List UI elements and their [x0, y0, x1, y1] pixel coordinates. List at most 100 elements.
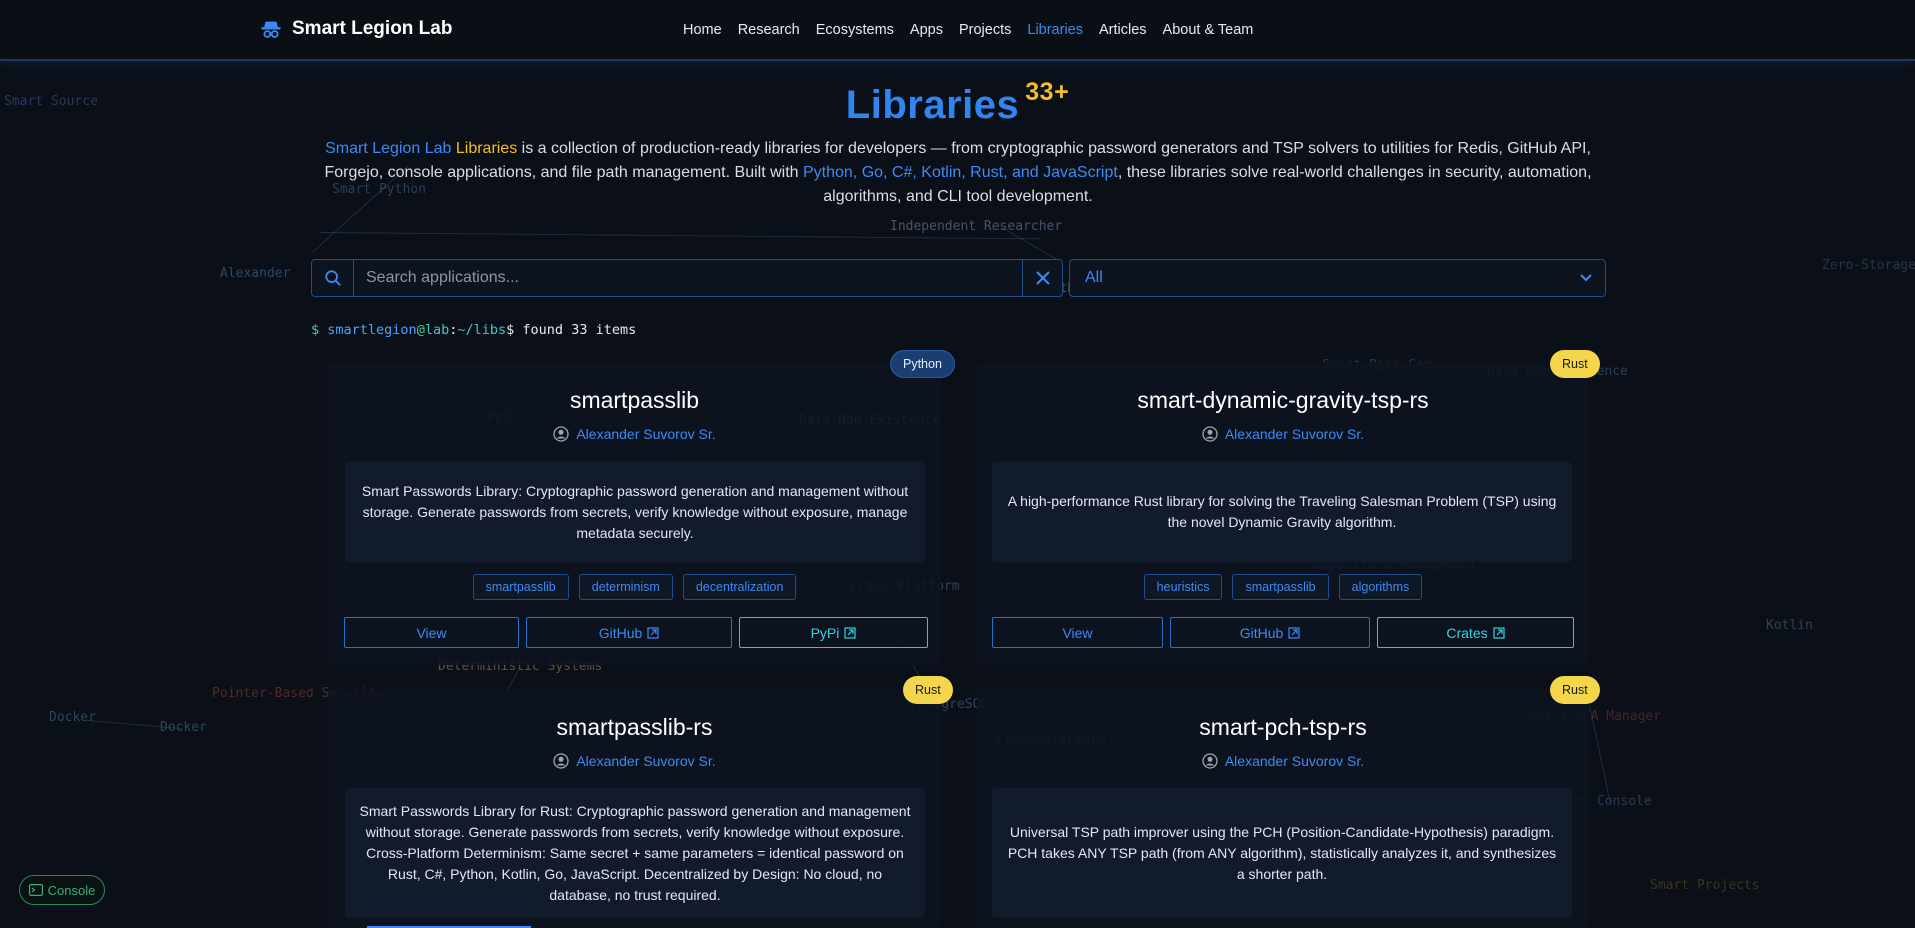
language-filter-select[interactable]: All	[1069, 259, 1606, 297]
view-button[interactable]: View	[344, 617, 519, 648]
tag[interactable]: heuristics	[1143, 574, 1223, 600]
nav-about-team[interactable]: About & Team	[1163, 22, 1254, 38]
user-circle-icon	[553, 753, 569, 769]
card-title[interactable]: smart-pch-tsp-rs	[977, 714, 1589, 741]
tag[interactable]: smartpasslib	[1232, 574, 1329, 600]
card-description: Universal TSP path improver using the PC…	[992, 788, 1572, 918]
console-label: Console	[47, 882, 96, 898]
close-icon	[1035, 271, 1050, 285]
github-button[interactable]: GitHub	[1170, 617, 1370, 648]
prompt-suffix: $	[506, 322, 515, 338]
terminal-icon	[28, 884, 43, 896]
card-author[interactable]: Alexander Suvorov Sr.	[977, 426, 1589, 442]
language-badge-python: Python	[890, 350, 955, 378]
nav-home[interactable]: Home	[683, 22, 722, 38]
nav-apps[interactable]: Apps	[910, 22, 943, 38]
desc-lab-name: Smart Legion Lab	[325, 140, 452, 157]
top-navbar: Smart Legion Lab Home Research Ecosystem…	[0, 0, 1915, 61]
nav-articles[interactable]: Articles	[1099, 22, 1147, 38]
main-nav: Home Research Ecosystems Apps Projects L…	[683, 22, 1253, 38]
card-description: Smart Passwords Library for Rust: Crypto…	[345, 788, 925, 918]
external-link-icon	[647, 626, 659, 639]
library-count: 33+	[1025, 78, 1070, 106]
page-description: Smart Legion Lab Libraries is a collecti…	[318, 137, 1598, 209]
bg-word: Smart Projects	[1650, 878, 1760, 893]
search-input[interactable]	[354, 260, 1022, 296]
prompt-symbol: $	[311, 322, 320, 338]
nav-projects[interactable]: Projects	[959, 22, 1011, 38]
github-label: GitHub	[1239, 624, 1284, 641]
card-author[interactable]: Alexander Suvorov Sr.	[328, 426, 941, 442]
language-badge-rust: Rust	[903, 676, 953, 704]
nav-libraries[interactable]: Libraries	[1027, 22, 1083, 38]
prompt-host: lab	[424, 322, 450, 338]
crates-button[interactable]: Crates	[1377, 617, 1574, 648]
card-tags: heuristics smartpasslib algorithms	[977, 574, 1589, 600]
card-description: A high-performance Rust library for solv…	[992, 462, 1572, 562]
user-circle-icon	[553, 426, 569, 442]
library-card: smartpasslib-rs Alexander Suvorov Sr. Sm…	[328, 689, 941, 928]
bg-word: Independent Researcher	[890, 219, 1063, 234]
view-button[interactable]: View	[992, 617, 1163, 648]
external-link-icon	[1288, 626, 1300, 639]
bg-line	[87, 720, 183, 730]
github-button[interactable]: GitHub	[526, 617, 732, 648]
terminal-status: $ smartlegion@lab:~/libs$ found 33 items	[311, 322, 636, 338]
brand-name: Smart Legion Lab	[292, 18, 453, 39]
brand[interactable]: Smart Legion Lab	[260, 18, 452, 40]
library-card: smart-pch-tsp-rs Alexander Suvorov Sr. U…	[977, 689, 1589, 928]
desc-languages: Python, Go, C#, Kotlin, Rust, and JavaSc…	[802, 164, 1118, 181]
search-bar	[311, 259, 1063, 297]
author-name: Alexander Suvorov Sr.	[1224, 753, 1365, 769]
bg-word: Kotlin	[1766, 618, 1813, 633]
results-count: found 33 items	[522, 322, 637, 338]
nav-ecosystems[interactable]: Ecosystems	[816, 22, 894, 38]
external-link-icon	[1493, 626, 1505, 639]
bg-word: Alexander	[220, 266, 291, 281]
filter-value: All	[1085, 269, 1103, 286]
card-author[interactable]: Alexander Suvorov Sr.	[328, 753, 941, 769]
card-description: Smart Passwords Library: Cryptographic p…	[345, 462, 925, 562]
library-card: smart-dynamic-gravity-tsp-rs Alexander S…	[977, 362, 1589, 665]
library-card: smartpasslib Alexander Suvorov Sr. Smart…	[328, 362, 941, 665]
author-name: Alexander Suvorov Sr.	[576, 753, 716, 769]
user-circle-icon	[1202, 753, 1218, 769]
nav-research[interactable]: Research	[738, 22, 800, 38]
view-label: View	[416, 624, 447, 641]
card-author[interactable]: Alexander Suvorov Sr.	[977, 753, 1589, 769]
page-title-text: Libraries	[845, 83, 1020, 127]
desc-libraries: Libraries	[455, 140, 518, 157]
search-icon	[312, 260, 354, 296]
bg-line	[319, 232, 1040, 240]
card-tags: smartpasslib determinism decentralizatio…	[328, 574, 941, 600]
tag[interactable]: decentralization	[682, 574, 797, 600]
console-button[interactable]: Console	[19, 875, 105, 905]
crates-label: Crates	[1446, 624, 1488, 641]
tag[interactable]: algorithms	[1338, 574, 1423, 600]
pypi-label: PyPi	[810, 624, 840, 641]
pypi-button[interactable]: PyPi	[739, 617, 928, 648]
spy-hat-icon	[261, 21, 281, 38]
clear-search-button[interactable]	[1022, 260, 1062, 296]
prompt-at: @	[416, 322, 425, 338]
bg-word: Zero-Storage	[1822, 258, 1915, 273]
language-badge-rust: Rust	[1550, 676, 1600, 704]
view-label: View	[1062, 624, 1093, 641]
bg-line	[1589, 705, 1611, 804]
tag[interactable]: determinism	[578, 574, 673, 600]
tag[interactable]: smartpasslib	[472, 574, 569, 600]
prompt-user: smartlegion	[327, 322, 417, 338]
bg-word: Docker	[49, 710, 96, 725]
bg-line	[999, 226, 1061, 262]
external-link-icon	[844, 626, 856, 639]
card-title[interactable]: smartpasslib	[328, 387, 941, 414]
card-title[interactable]: smartpasslib-rs	[328, 714, 941, 741]
card-actions: View GitHub PyPi	[344, 617, 928, 648]
card-title[interactable]: smart-dynamic-gravity-tsp-rs	[977, 387, 1589, 414]
author-name: Alexander Suvorov Sr.	[1224, 426, 1365, 442]
bg-word: Docker	[160, 720, 207, 735]
chevron-down-icon	[1580, 274, 1592, 282]
prompt-path: ~/libs	[457, 322, 507, 338]
github-label: GitHub	[598, 624, 643, 641]
user-circle-icon	[1202, 426, 1218, 442]
